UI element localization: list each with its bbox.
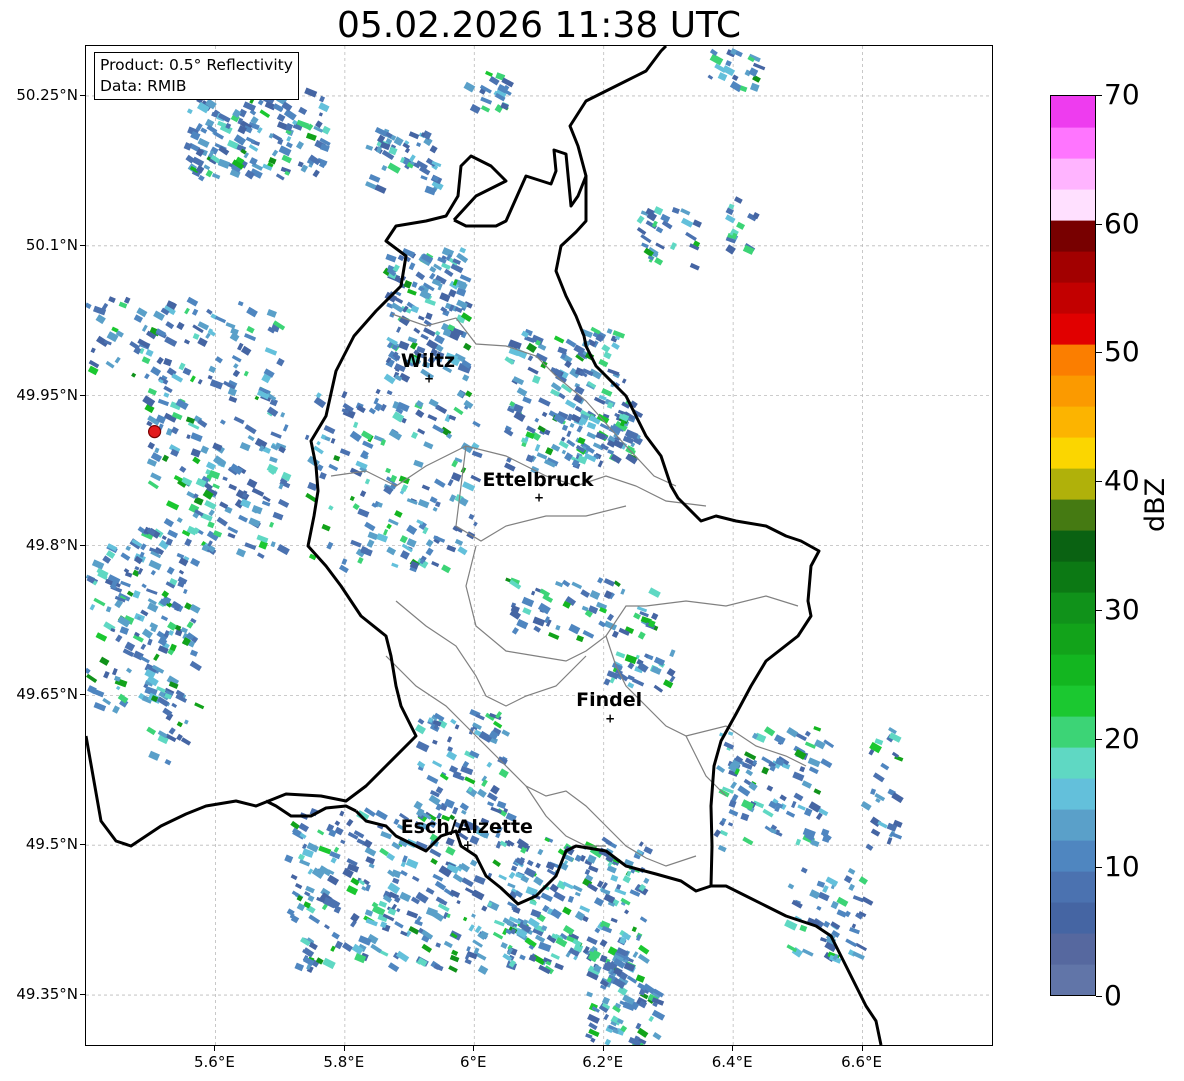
- colorbar-segment: [1051, 684, 1095, 717]
- data-source-label: Data: RMIB: [100, 77, 187, 95]
- latitude-label: 50.25°N: [16, 85, 78, 104]
- longitude-tick: [861, 1046, 863, 1051]
- city-label: Ettelbruck: [482, 468, 594, 491]
- colorbar-segment: [1051, 932, 1095, 965]
- latitude-tick: [80, 994, 85, 996]
- latitude-tick: [80, 394, 85, 396]
- latitude-tick: [80, 244, 85, 246]
- latitude-label: 50.1°N: [25, 235, 78, 254]
- city-marker: +: [424, 372, 434, 386]
- longitude-label: 6.6°E: [841, 1053, 882, 1071]
- colorbar-tick-label: 60: [1104, 206, 1140, 240]
- colorbar-segment: [1051, 437, 1095, 469]
- longitude-label: 6.2°E: [582, 1053, 624, 1071]
- longitude-tick: [732, 1046, 734, 1051]
- colorbar-segment: [1051, 406, 1095, 438]
- product-info-box: Product: 0.5° Reflectivity Data: RMIB: [94, 52, 299, 100]
- colorbar-tick: [1096, 996, 1102, 997]
- colorbar-tick-label: 10: [1104, 850, 1140, 884]
- city-label: Findel: [576, 689, 643, 712]
- latitude-tick: [80, 694, 85, 696]
- colorbar-segment: [1051, 343, 1095, 376]
- longitude-label: 6.4°E: [711, 1053, 753, 1071]
- radar-site-marker: [147, 425, 162, 439]
- latitude-tick: [80, 844, 85, 846]
- colorbar-segment: [1051, 158, 1095, 190]
- colorbar-tick: [1096, 352, 1102, 354]
- longitude-label: 5.6°E: [194, 1053, 235, 1071]
- colorbar-segment: [1051, 312, 1095, 345]
- reflectivity-echoes: [86, 48, 904, 1045]
- colorbar-tick: [1096, 867, 1102, 869]
- city-marker: +: [605, 711, 615, 725]
- latitude-label: 49.65°N: [16, 685, 78, 704]
- latitude-label: 49.5°N: [25, 835, 78, 854]
- city-marker: +: [463, 838, 473, 852]
- colorbar-segment: [1051, 809, 1095, 841]
- latitude-label: 49.8°N: [25, 535, 78, 554]
- colorbar-tick: [1096, 223, 1102, 225]
- colorbar-segment: [1051, 220, 1095, 252]
- longitude-tick: [602, 1046, 604, 1051]
- colorbar-tick-label: 0: [1104, 979, 1122, 1012]
- colorbar-segment: [1051, 281, 1095, 314]
- colorbar-tick-label: 70: [1104, 78, 1140, 111]
- colorbar-tick-label: 50: [1104, 335, 1140, 369]
- longitude-tick: [343, 1046, 345, 1051]
- latitude-tick: [80, 94, 85, 96]
- colorbar-segment: [1051, 189, 1095, 221]
- colorbar-tick: [1096, 481, 1102, 483]
- colorbar-unit-label: dBZ: [1140, 477, 1171, 532]
- radar-map[interactable]: + + + +: [85, 45, 993, 1046]
- longitude-label: 5.8°E: [323, 1053, 365, 1071]
- city-marker: +: [534, 491, 544, 505]
- latitude-tick: [80, 544, 85, 546]
- product-label: Product: 0.5° Reflectivity: [100, 56, 293, 74]
- colorbar-tick: [1096, 738, 1102, 740]
- colorbar-tick: [1096, 95, 1102, 96]
- colorbar-segment: [1051, 96, 1095, 128]
- colorbar-segment: [1051, 622, 1095, 655]
- colorbar-segment: [1051, 468, 1095, 500]
- colorbar-segment: [1051, 499, 1095, 531]
- colorbar-segment: [1051, 530, 1095, 562]
- graticule: [86, 46, 992, 1045]
- colorbar-segment: [1051, 374, 1095, 407]
- colorbar-segment: [1051, 840, 1095, 872]
- longitude-label: 6°E: [460, 1053, 487, 1071]
- colorbar-segment: [1051, 591, 1095, 624]
- map-canvas: + + + +: [86, 46, 992, 1045]
- colorbar-tick: [1096, 609, 1102, 611]
- colorbar-segment: [1051, 560, 1095, 593]
- colorbar-tick-label: 30: [1104, 592, 1140, 626]
- colorbar-segment: [1051, 778, 1095, 810]
- colorbar-segment: [1051, 653, 1095, 686]
- colorbar-segment: [1051, 127, 1095, 159]
- longitude-tick: [473, 1046, 475, 1051]
- colorbar-segment: [1051, 747, 1095, 779]
- colorbar-segment: [1051, 963, 1095, 995]
- city-label: Esch/Alzette: [400, 816, 533, 839]
- latitude-label: 49.35°N: [16, 985, 78, 1004]
- longitude-tick: [214, 1046, 216, 1051]
- colorbar-segment: [1051, 716, 1095, 748]
- page-title: 05.02.2026 11:38 UTC: [336, 5, 742, 46]
- city-label: Wiltz: [400, 349, 456, 372]
- reflectivity-colorbar: [1050, 95, 1096, 996]
- colorbar-segment: [1051, 250, 1095, 283]
- latitude-label: 49.95°N: [16, 385, 78, 404]
- colorbar-segment: [1051, 901, 1095, 934]
- colorbar-segment: [1051, 870, 1095, 903]
- colorbar-tick-label: 20: [1104, 721, 1140, 755]
- colorbar-tick-label: 40: [1104, 464, 1140, 498]
